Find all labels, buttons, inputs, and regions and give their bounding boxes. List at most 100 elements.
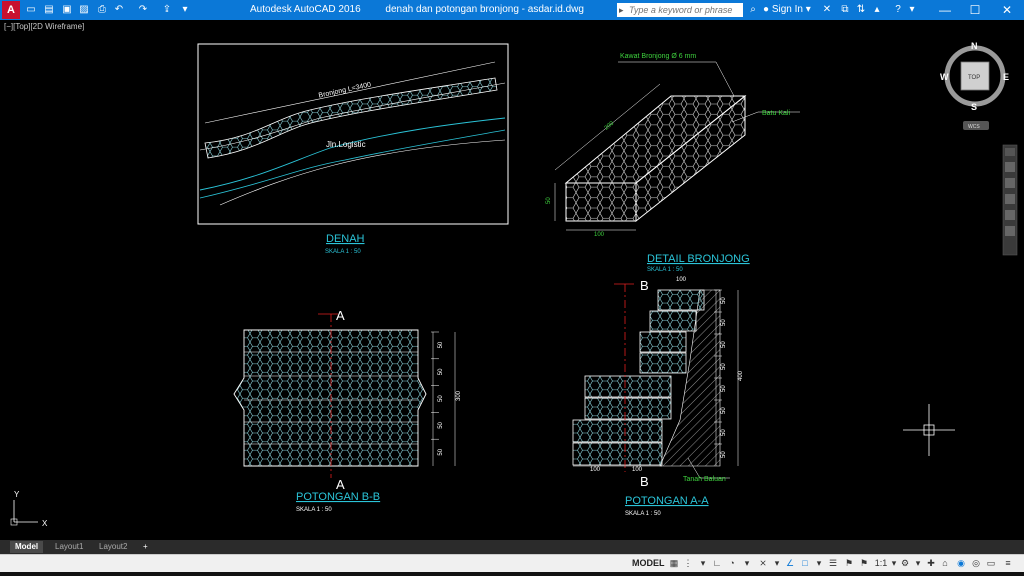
redo-icon[interactable]: ↷: [136, 3, 150, 17]
aa-dim-label: 50: [721, 429, 727, 436]
denah-road-line: [219, 139, 506, 206]
aa-title: POTONGAN A-A: [625, 495, 709, 507]
exchange-apps-icon[interactable]: ✕: [820, 3, 834, 17]
aa-soil-label: Tanah Baluan: [683, 476, 726, 483]
object-snap-icon[interactable]: □: [799, 557, 811, 570]
bb-section-marker-top: A: [336, 308, 345, 323]
hardware-acceleration-icon[interactable]: ◉: [955, 557, 967, 570]
denah-river-line-1: [199, 117, 506, 191]
viewcube[interactable]: TOP N S W E WCS: [940, 41, 1009, 130]
share-icon[interactable]: ⇪: [160, 3, 174, 17]
bb-gabion-wall: [233, 329, 427, 467]
model-space-button[interactable]: MODEL: [632, 558, 665, 568]
aa-gabion-5: [584, 375, 672, 398]
save-icon[interactable]: ▣: [60, 3, 74, 17]
aa-section-marker-bottom: B: [640, 474, 649, 489]
add-layout-tab-button[interactable]: +: [138, 541, 153, 553]
viewcube-south[interactable]: S: [971, 102, 977, 112]
undo-icon[interactable]: ↶: [112, 3, 126, 17]
bb-dim-total: 300: [456, 390, 462, 401]
help-chevron-icon[interactable]: ▾: [905, 3, 919, 17]
help-dropdown-icon[interactable]: ▴: [870, 3, 884, 17]
snap-dropdown-icon[interactable]: ▾: [697, 557, 709, 570]
save-as-icon[interactable]: ▨: [77, 3, 91, 17]
viewcube-face-label: TOP: [968, 75, 980, 81]
close-button[interactable]: ✕: [992, 0, 1022, 20]
help-icon[interactable]: ?: [891, 3, 905, 17]
snap-icon[interactable]: ⋮: [682, 557, 694, 570]
showmotion-icon[interactable]: [1005, 226, 1015, 236]
detail-scale: SKALA 1 : 50: [647, 267, 683, 273]
status-bar: MODEL ▦ ⋮ ▾ ∟ ◔ ▾ ⨯ ▾ ∠ □ ▾ ☰ ⚑ ⚑ 1:1 ▾ …: [0, 554, 1024, 573]
object-snap-tracking-icon[interactable]: ∠: [784, 557, 796, 570]
bb-dim-label: 50: [438, 421, 444, 428]
ucs-x-label: X: [42, 519, 48, 528]
viewcube-east[interactable]: E: [1003, 72, 1009, 82]
aa-dim-label: 50: [721, 407, 727, 414]
nav-close-icon[interactable]: [1005, 148, 1015, 156]
denah-plan-view: Bronjong L=3400 Jln.Logistic DENAH SKALA…: [197, 43, 509, 255]
connect-icon[interactable]: ⇅: [854, 3, 868, 17]
detail-wire-leader: [618, 61, 735, 97]
annotation-visibility-icon[interactable]: ⚑: [843, 557, 855, 570]
new-file-icon[interactable]: ▭: [24, 3, 38, 17]
tab-model[interactable]: Model: [10, 541, 44, 553]
aa-scale: SKALA 1 : 50: [625, 511, 661, 517]
annotation-monitor-icon[interactable]: ✚: [925, 557, 937, 570]
title-bar: A ▭ ▤ ▣ ▨ ⎙ ↶ ↷ ⇪ ▾ Autodesk AutoCAD 201…: [0, 0, 1024, 20]
sign-in-button[interactable]: ● Sign In ▾: [763, 4, 811, 15]
minimize-button[interactable]: —: [930, 0, 960, 20]
user-icon: ●: [763, 4, 770, 15]
autocad-logo-button[interactable]: A: [2, 1, 20, 19]
lineweight-icon[interactable]: ☰: [827, 557, 839, 570]
aa-gabion-7: [572, 419, 663, 443]
window-title: Autodesk AutoCAD 2016 denah dan potongan…: [250, 4, 584, 15]
denah-frame: [197, 43, 509, 225]
orbit-icon[interactable]: [1005, 210, 1015, 220]
grid-icon[interactable]: ▦: [668, 557, 680, 570]
aa-section-marker-top: B: [640, 278, 649, 293]
customization-icon[interactable]: ≡: [1002, 557, 1014, 570]
stay-connected-icon[interactable]: ⧉: [838, 3, 852, 17]
detail-stone-label: Batu Kali: [762, 110, 790, 117]
potongan-aa-view: B B 100 50 50 50 50 50 50 50 50 400 100 100 Tan…: [572, 277, 744, 517]
bb-title: POTONGAN B-B: [296, 491, 380, 503]
aa-dim-label: 50: [721, 319, 727, 326]
aa-bottom-dim-1: 100: [590, 467, 601, 473]
bb-dim-label: 50: [438, 395, 444, 402]
clean-screen-icon[interactable]: ▭: [985, 557, 997, 570]
steering-wheel-icon[interactable]: [1005, 162, 1015, 172]
print-icon[interactable]: ⎙: [95, 3, 109, 17]
workspace-dropdown-icon[interactable]: ▾: [912, 557, 924, 570]
annotation-autoscale-icon[interactable]: ⚑: [858, 557, 870, 570]
drawing-canvas[interactable]: Bronjong L=3400 Jln.Logistic DENAH SKALA…: [0, 20, 1024, 540]
polar-icon[interactable]: ◔: [726, 557, 738, 570]
isodraft-icon[interactable]: ⨯: [757, 557, 769, 570]
isodraft-dropdown-icon[interactable]: ▾: [771, 557, 783, 570]
search-input[interactable]: [627, 3, 743, 17]
open-file-icon[interactable]: ▤: [42, 3, 56, 17]
isolate-objects-icon[interactable]: ◎: [970, 557, 982, 570]
viewcube-west[interactable]: W: [940, 72, 949, 82]
detail-title: DETAIL BRONJONG: [647, 253, 750, 265]
zoom-icon[interactable]: [1005, 194, 1015, 204]
quick-access-dropdown-icon[interactable]: ▾: [178, 3, 192, 17]
tab-layout1[interactable]: Layout1: [50, 541, 88, 553]
wcs-label: WCS: [968, 124, 980, 130]
bb-dim-label: 50: [438, 448, 444, 455]
units-icon[interactable]: ⌂: [939, 557, 951, 570]
navigation-bar[interactable]: [1002, 144, 1018, 256]
pan-icon[interactable]: [1005, 178, 1015, 188]
object-snap-dropdown-icon[interactable]: ▾: [813, 557, 825, 570]
aa-dim-total: 400: [738, 370, 744, 381]
workspace-gear-icon[interactable]: ⚙: [899, 557, 911, 570]
tab-layout2[interactable]: Layout2: [94, 541, 132, 553]
viewcube-north[interactable]: N: [971, 41, 978, 51]
maximize-button[interactable]: ☐: [960, 0, 990, 20]
ucs-y-label: Y: [14, 490, 20, 499]
polar-dropdown-icon[interactable]: ▾: [741, 557, 753, 570]
aa-gabion-8: [572, 442, 663, 466]
binoculars-icon[interactable]: ⌕: [746, 3, 760, 17]
ortho-icon[interactable]: ∟: [711, 557, 723, 570]
chevron-down-icon: ▾: [805, 4, 811, 15]
